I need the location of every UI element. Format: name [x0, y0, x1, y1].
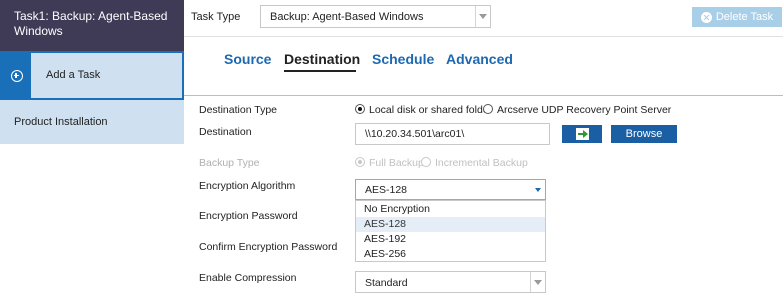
radio-incremental-backup-label: Incremental Backup [435, 157, 528, 169]
radio-incremental-backup [421, 157, 431, 167]
browse-button[interactable]: Browse [611, 125, 677, 143]
backup-type-label: Backup Type [199, 157, 260, 169]
compression-select[interactable]: Standard [355, 271, 546, 293]
delete-task-label: Delete Task [715, 11, 774, 23]
option-no-encryption[interactable]: No Encryption [356, 202, 545, 217]
encryption-password-label: Encryption Password [199, 210, 298, 222]
radio-full-backup-label: Full Backup [369, 157, 424, 169]
radio-recovery-point-server[interactable] [483, 104, 493, 114]
encryption-algorithm-options: No Encryption AES-128 AES-192 AES-256 [355, 200, 546, 262]
tab-source[interactable]: Source [224, 51, 271, 67]
radio-full-backup [355, 157, 365, 167]
top-divider [184, 36, 783, 37]
arrow-right-icon [575, 128, 589, 140]
sidebar-item-product-installation[interactable]: Product Installation [0, 100, 184, 144]
plus-circle-icon [10, 69, 23, 82]
delete-task-button[interactable]: Delete Task [692, 7, 782, 27]
product-installation-label: Product Installation [14, 116, 108, 128]
add-task-button[interactable]: Add a Task [0, 51, 184, 100]
task-type-select[interactable]: Backup: Agent-Based Windows [260, 5, 491, 28]
radio-local-disk-label: Local disk or shared folder [369, 104, 493, 116]
chevron-down-icon [479, 14, 487, 19]
radio-local-disk[interactable] [355, 104, 365, 114]
add-task-label: Add a Task [46, 69, 101, 81]
destination-input[interactable]: \\10.20.34.501\arc01\ [355, 123, 550, 145]
sidebar-task-item[interactable]: Task1: Backup: Agent-Based Windows [0, 0, 184, 51]
add-icon-block [2, 53, 31, 98]
option-aes-128[interactable]: AES-128 [356, 217, 545, 232]
left-sidebar: Task1: Backup: Agent-Based Windows Add a… [0, 0, 184, 299]
compression-value: Standard [365, 277, 408, 289]
chevron-down-icon [534, 280, 542, 285]
option-aes-192[interactable]: AES-192 [356, 232, 545, 247]
go-button[interactable] [562, 125, 602, 143]
option-aes-256[interactable]: AES-256 [356, 247, 545, 262]
compression-dropdown-toggle[interactable] [530, 272, 545, 292]
encryption-algorithm-select[interactable]: AES-128 [355, 179, 546, 200]
chevron-down-icon [535, 188, 541, 192]
task-type-label: Task Type [191, 11, 241, 23]
confirm-encryption-password-label: Confirm Encryption Password [199, 241, 338, 253]
tab-advanced[interactable]: Advanced [446, 51, 513, 67]
tab-destination[interactable]: Destination [284, 51, 360, 67]
radio-recovery-point-server-label: Arcserve UDP Recovery Point Server [497, 104, 672, 116]
active-tab-underline [284, 70, 356, 72]
task-type-value: Backup: Agent-Based Windows [270, 11, 424, 23]
encryption-algorithm-value: AES-128 [365, 184, 408, 196]
destination-type-label: Destination Type [199, 104, 278, 116]
encryption-algorithm-label: Encryption Algorithm [199, 180, 296, 192]
delete-circle-icon [700, 11, 712, 23]
task-type-dropdown-toggle[interactable] [475, 6, 490, 27]
tabs-divider [184, 95, 783, 96]
destination-label: Destination [199, 126, 252, 138]
enable-compression-label: Enable Compression [199, 272, 297, 284]
tab-schedule[interactable]: Schedule [372, 51, 434, 67]
task-title: Task1: Backup: Agent-Based Windows [14, 9, 168, 38]
